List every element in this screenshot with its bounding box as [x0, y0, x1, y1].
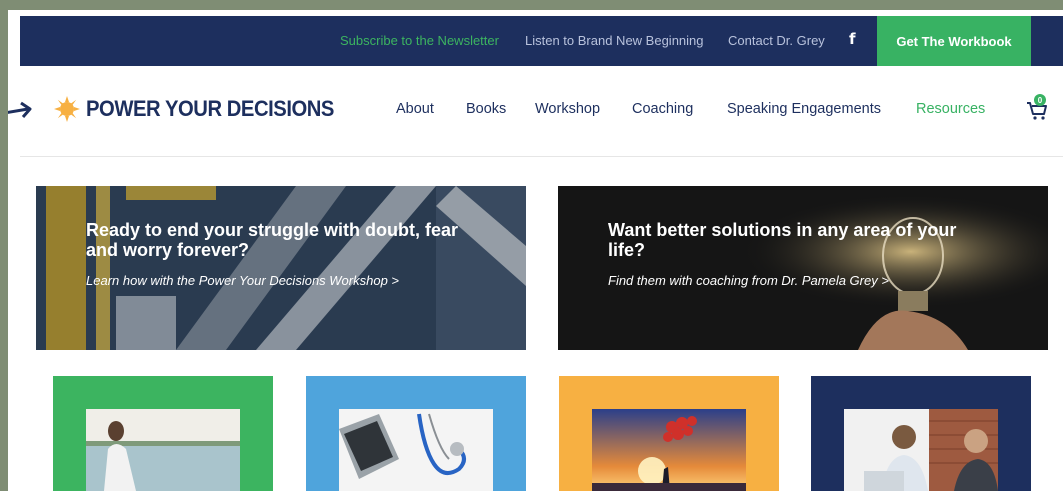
nav-books[interactable]: Books	[466, 101, 506, 117]
coaching-banner-link[interactable]: Find them with coaching from Dr. Pamela …	[608, 273, 889, 288]
contact-link[interactable]: Contact Dr. Grey	[728, 33, 825, 48]
nav-workshop[interactable]: Workshop	[535, 101, 600, 117]
balloons-sunset-image	[592, 409, 746, 491]
tile-green[interactable]	[53, 376, 273, 491]
workshop-banner-link[interactable]: Learn how with the Power Your Decisions …	[86, 273, 399, 288]
nav-resources[interactable]: Resources	[916, 101, 985, 117]
abstract-shapes-image	[36, 186, 526, 350]
nav-speaking[interactable]: Speaking Engagements	[727, 101, 881, 117]
coaching-banner[interactable]: Want better solutions in any area of you…	[558, 186, 1048, 350]
cart-count-badge: 0	[1034, 94, 1046, 106]
workshop-banner-title: Ready to end your struggle with doubt, f…	[86, 220, 459, 260]
nav-coaching[interactable]: Coaching	[632, 101, 693, 117]
tile-navy[interactable]	[811, 376, 1031, 491]
top-utility-bar: Subscribe to the Newsletter Listen to Br…	[20, 16, 1063, 66]
tile-orange[interactable]	[559, 376, 779, 491]
lightbulb-image	[558, 186, 1048, 350]
header-divider	[20, 156, 1063, 157]
coaching-banner-title: Want better solutions in any area of you…	[608, 220, 957, 260]
tile-blue[interactable]	[306, 376, 526, 491]
sun-icon	[54, 96, 80, 122]
workshop-banner[interactable]: Ready to end your struggle with doubt, f…	[36, 186, 526, 350]
woman-by-lake-image	[86, 409, 240, 491]
nav-about[interactable]: About	[396, 101, 434, 117]
get-workbook-button[interactable]: Get The Workbook	[877, 16, 1031, 66]
listen-link[interactable]: Listen to Brand New Beginning	[525, 33, 704, 48]
facebook-icon[interactable]: f	[849, 30, 856, 48]
meeting-people-image	[844, 409, 998, 491]
site-logo[interactable]: POWER YOUR DECISIONS	[54, 96, 356, 122]
logo-text: POWER YOUR DECISIONS	[86, 96, 334, 121]
pointer-arrow-icon	[8, 101, 32, 118]
newsletter-link[interactable]: Subscribe to the Newsletter	[340, 33, 499, 48]
stethoscope-laptop-image	[339, 409, 493, 491]
browser-viewport: Subscribe to the Newsletter Listen to Br…	[8, 10, 1063, 491]
